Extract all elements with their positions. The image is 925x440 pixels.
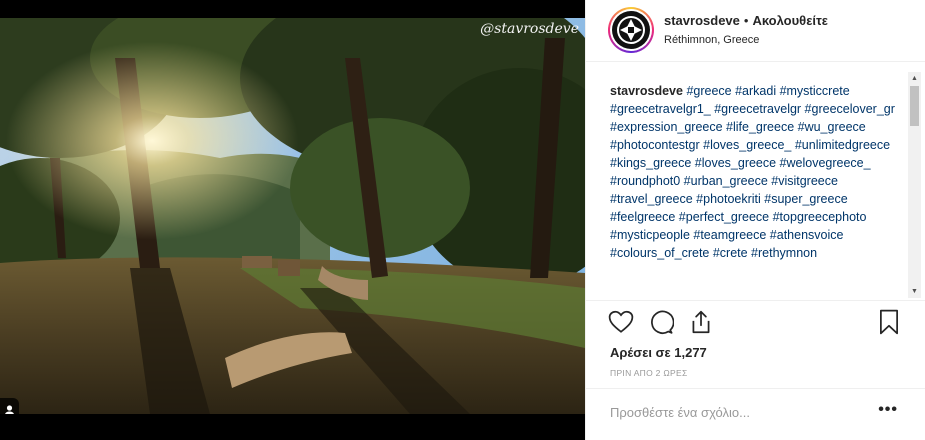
comment-bubble-icon[interactable]	[648, 309, 675, 335]
more-options-button[interactable]: •••	[878, 401, 898, 419]
post-timestamp[interactable]: ΠΡΙΝ ΑΠΟ 2 ΩΡΕΣ	[610, 368, 688, 378]
heart-icon[interactable]	[608, 309, 634, 335]
following-button[interactable]: Ακολουθείτε	[752, 13, 828, 28]
bookmark-icon[interactable]	[876, 309, 902, 335]
caption-scrollbar[interactable]: ▲ ▼	[908, 72, 921, 298]
header-username[interactable]: stavrosdeve	[664, 13, 740, 28]
post-photo[interactable]: @stavrosdeve	[0, 18, 585, 414]
add-comment-row: •••	[586, 388, 925, 440]
likes-count[interactable]: Αρέσει σε 1,277	[610, 345, 707, 360]
scroll-up-arrow-icon[interactable]: ▲	[908, 72, 921, 85]
share-icon[interactable]	[688, 309, 714, 335]
comment-input[interactable]	[610, 405, 860, 420]
scrollbar-thumb[interactable]	[910, 86, 919, 126]
location-link[interactable]: Réthimnon, Greece	[664, 34, 759, 46]
post-header: stavrosdeve • Ακολουθείτε Réthimnon, Greec…	[586, 0, 925, 62]
tagged-users-icon[interactable]	[0, 398, 19, 414]
avatar[interactable]	[608, 7, 654, 53]
forest-sunset-image	[0, 18, 585, 414]
post-side-panel: stavrosdeve • Ακολουθείτε Réthimnon, Greec…	[585, 0, 925, 440]
scroll-down-arrow-icon[interactable]: ▼	[908, 285, 921, 298]
caption: stavrosdeve #greece #arkadi #mysticcrete…	[610, 82, 904, 298]
header-separator: •	[743, 13, 749, 28]
photo-watermark: @stavrosdeve	[480, 21, 579, 37]
aperture-logo-icon	[612, 11, 650, 49]
caption-hashtags[interactable]: #greece #arkadi #mysticcrete #greecetrav…	[610, 84, 895, 260]
caption-username[interactable]: stavrosdeve	[610, 84, 683, 98]
